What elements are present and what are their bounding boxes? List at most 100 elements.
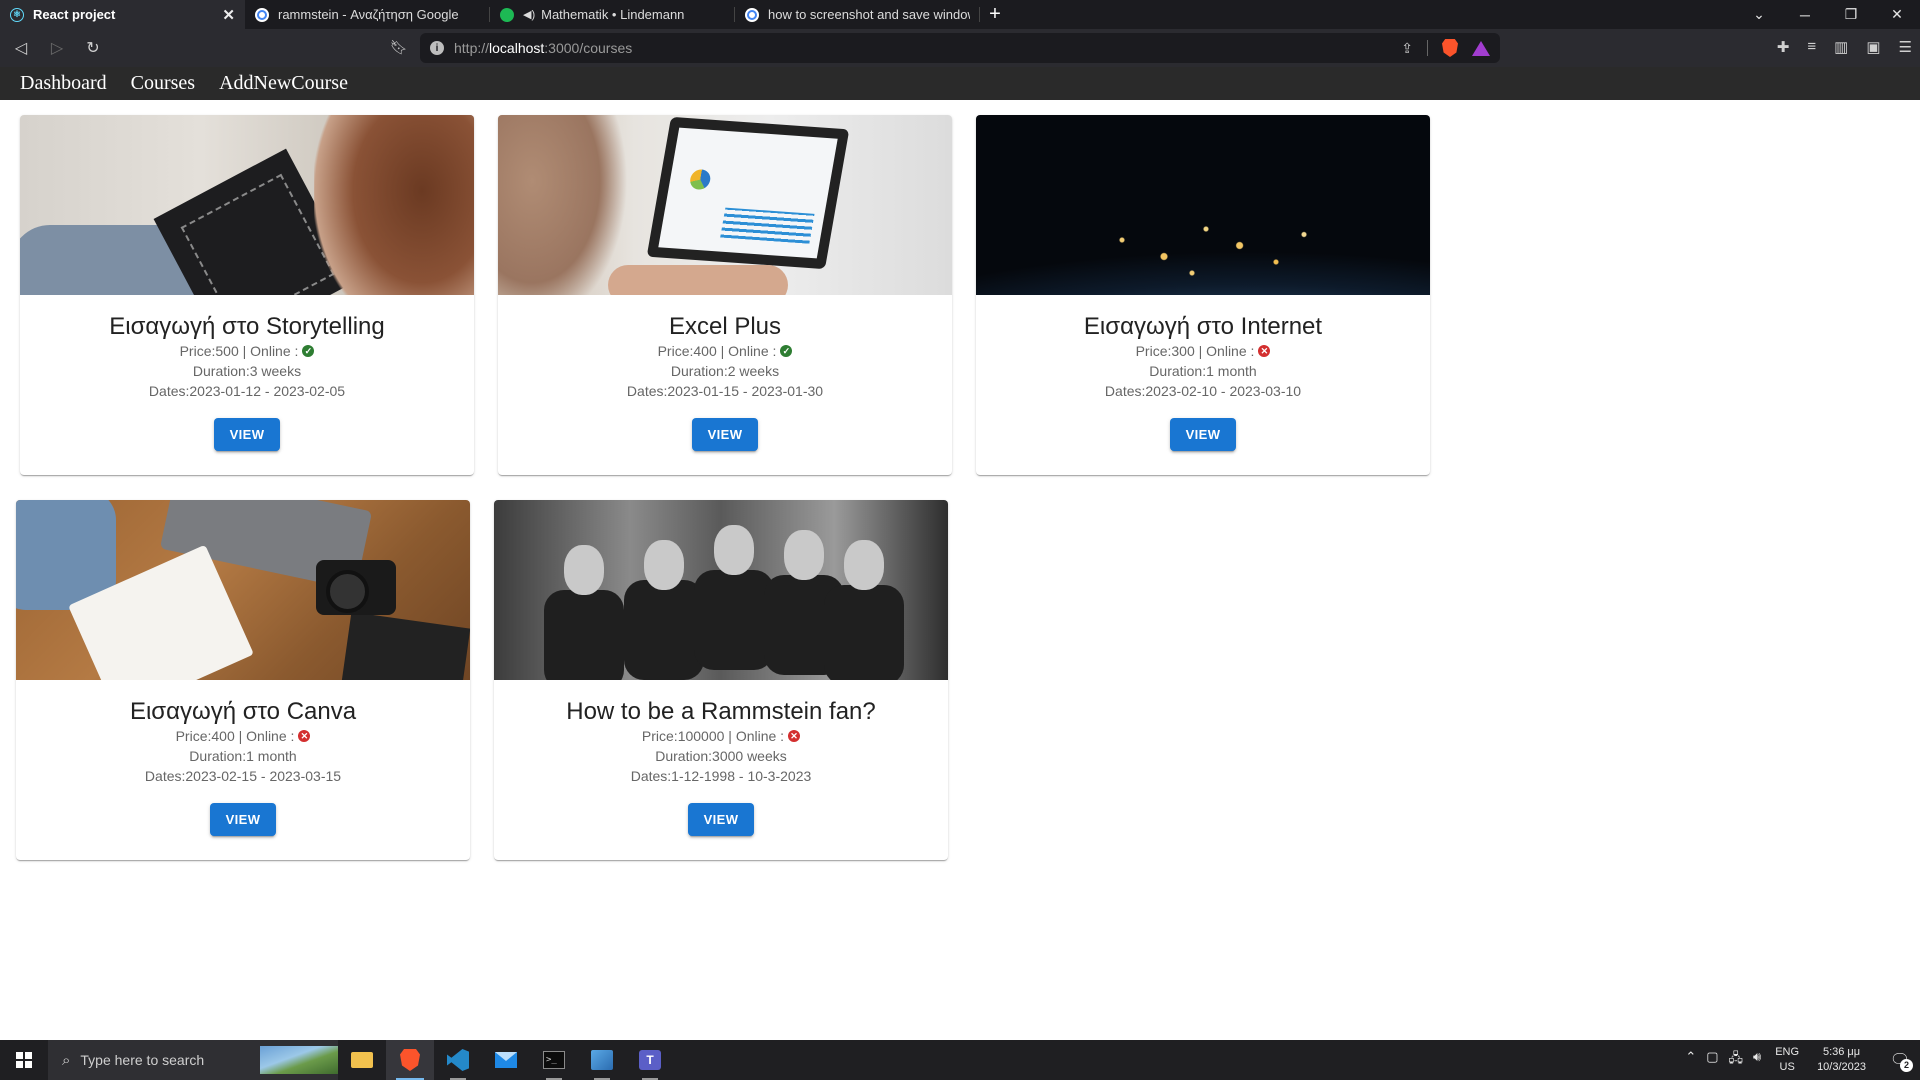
notification-count: 2 xyxy=(1900,1059,1913,1072)
site-info-icon[interactable]: i xyxy=(430,41,444,55)
check-circle-icon: ✓ xyxy=(780,345,793,357)
url-text[interactable]: http://localhost:3000/courses xyxy=(454,40,632,56)
course-title: Excel Plus xyxy=(668,313,782,340)
tab-spotify[interactable]: ◀) Mathematik • Lindemann xyxy=(490,0,735,29)
course-card: Excel Plus Price:400 | Online : ✓ Duratio… xyxy=(498,115,952,475)
address-bar[interactable]: i http://localhost:3000/courses ⇪ xyxy=(420,33,1500,63)
extensions-icon[interactable]: ✚ xyxy=(1777,38,1790,56)
language-indicator[interactable]: ENG US xyxy=(1775,1045,1799,1075)
tab-search-icon[interactable]: ⌄ xyxy=(1736,6,1782,23)
network-icon[interactable]: 🖧︎ xyxy=(1729,1049,1744,1071)
forward-icon[interactable]: ▷ xyxy=(42,33,72,63)
cancel-circle-icon: ✕ xyxy=(298,730,311,742)
share-icon[interactable]: ⇪ xyxy=(1401,40,1413,57)
brave-taskbar-button[interactable] xyxy=(386,1040,434,1080)
course-duration: Duration:1 month xyxy=(1149,363,1257,379)
earth-at-night-photo xyxy=(976,115,1430,295)
terminal-taskbar-button[interactable]: >_ xyxy=(530,1040,578,1080)
course-duration: Duration:3000 weeks xyxy=(655,748,787,764)
tab-title: how to screenshot and save windows xyxy=(768,7,970,22)
brave-icon xyxy=(400,1049,420,1071)
bookmark-icon[interactable]: 🔖︎ xyxy=(390,39,408,56)
view-button[interactable]: VIEW xyxy=(1169,418,1237,451)
google-icon xyxy=(255,7,269,22)
tab-title: Mathematik • Lindemann xyxy=(541,7,685,22)
tab-react-project[interactable]: ⚛ React project ✕ xyxy=(0,0,245,29)
brave-shields-icon[interactable] xyxy=(1442,39,1458,57)
close-icon[interactable]: ✕ xyxy=(222,6,235,24)
tab-title: React project xyxy=(33,7,116,22)
cancel-circle-icon: ✕ xyxy=(788,730,801,742)
course-dates: Dates:1-12-1998 - 10-3-2023 xyxy=(630,768,812,784)
course-card: Εισαγωγή στο Internet Price:300 | Online… xyxy=(976,115,1430,475)
course-price: Price:400 | Online : ✓ xyxy=(498,341,952,361)
tab-google-rammstein[interactable]: rammstein - Αναζήτηση Google xyxy=(245,0,490,29)
course-price: Price:500 | Online : ✓ xyxy=(20,341,474,361)
start-button[interactable] xyxy=(0,1040,48,1080)
course-card: Εισαγωγή στο Storytelling Price:500 | On… xyxy=(20,115,474,475)
vscode-icon xyxy=(447,1049,469,1071)
course-duration: Duration:3 weeks xyxy=(192,363,302,379)
menu-icon[interactable]: ☰ xyxy=(1899,38,1912,56)
browser-tabstrip: ⚛ React project ✕ rammstein - Αναζήτηση … xyxy=(0,0,1920,29)
teams-taskbar-button[interactable]: T xyxy=(626,1040,674,1080)
course-card: Εισαγωγή στο Canva Price:400 | Online : ✕… xyxy=(16,500,470,860)
speaker-icon[interactable]: ◀) xyxy=(523,8,535,21)
back-icon[interactable]: ◁ xyxy=(6,33,36,63)
view-button[interactable]: VIEW xyxy=(209,803,277,836)
playlist-icon[interactable]: ≡ xyxy=(1807,38,1816,56)
new-tab-button[interactable]: + xyxy=(980,0,1010,29)
chevron-up-icon[interactable]: ⌃ xyxy=(1685,1049,1696,1071)
course-duration: Duration:2 weeks xyxy=(670,363,780,379)
course-dates: Dates:2023-02-10 - 2023-03-10 xyxy=(1104,383,1302,399)
device-icon[interactable]: ▢ xyxy=(1706,1049,1718,1071)
desk-sketch-photo xyxy=(16,500,470,680)
view-button[interactable]: VIEW xyxy=(213,418,281,451)
view-button[interactable]: VIEW xyxy=(691,418,759,451)
course-dates: Dates:2023-02-15 - 2023-03-15 xyxy=(144,768,342,784)
close-window-icon[interactable]: ✕ xyxy=(1874,6,1920,23)
course-title: How to be a Rammstein fan? xyxy=(566,698,876,725)
vscode-taskbar-button[interactable] xyxy=(434,1040,482,1080)
tab-title: rammstein - Αναζήτηση Google xyxy=(278,7,459,22)
spotify-icon xyxy=(500,7,514,22)
minimize-icon[interactable]: ─ xyxy=(1782,7,1828,23)
restore-icon[interactable]: ❐ xyxy=(1828,6,1874,23)
google-icon xyxy=(745,7,759,22)
clock[interactable]: 5:36 μμ 10/3/2023 xyxy=(1817,1045,1866,1075)
storytelling-photo xyxy=(20,115,474,295)
course-dates: Dates:2023-01-12 - 2023-02-05 xyxy=(148,383,346,399)
search-icon: ⌕ xyxy=(62,1051,71,1069)
taskbar-search[interactable]: ⌕ Type here to search xyxy=(48,1040,338,1080)
file-explorer-button[interactable] xyxy=(338,1040,386,1080)
brave-rewards-icon[interactable] xyxy=(1472,40,1490,56)
view-button[interactable]: VIEW xyxy=(687,803,755,836)
cancel-circle-icon: ✕ xyxy=(1258,345,1271,357)
react-icon: ⚛ xyxy=(10,7,24,22)
nav-link-add-new-course[interactable]: AddNewCourse xyxy=(219,72,348,95)
notifications-button[interactable]: 🗨︎ 2 xyxy=(1880,1040,1920,1080)
course-price: Price:400 | Online : ✕ xyxy=(16,726,470,746)
photos-icon xyxy=(591,1050,613,1070)
course-price: Price:300 | Online : ✕ xyxy=(976,341,1430,361)
reload-icon[interactable]: ↻ xyxy=(78,33,108,63)
windows-icon xyxy=(16,1052,32,1068)
photos-taskbar-button[interactable] xyxy=(578,1040,626,1080)
tab-google-screenshot[interactable]: how to screenshot and save windows xyxy=(735,0,980,29)
sidebar-icon[interactable]: ▥ xyxy=(1834,38,1848,56)
search-highlight-image[interactable] xyxy=(260,1046,338,1074)
wallet-icon[interactable]: ▣ xyxy=(1866,38,1880,56)
mail-taskbar-button[interactable] xyxy=(482,1040,530,1080)
course-card: How to be a Rammstein fan? Price:100000 … xyxy=(494,500,948,860)
nav-link-courses[interactable]: Courses xyxy=(131,72,195,95)
search-placeholder: Type here to search xyxy=(80,1052,205,1068)
windows-taskbar: ⌕ Type here to search >_ T ⌃ ▢ 🖧︎ 🔊︎ ENG… xyxy=(0,1040,1920,1080)
browser-toolbar: ◁ ▷ ↻ 🔖︎ i http://localhost:3000/courses… xyxy=(0,29,1920,67)
laptop-analytics-photo xyxy=(498,115,952,295)
course-duration: Duration:1 month xyxy=(189,748,297,764)
terminal-icon: >_ xyxy=(543,1051,565,1069)
teams-icon: T xyxy=(639,1050,661,1070)
course-dates: Dates:2023-01-15 - 2023-01-30 xyxy=(626,383,824,399)
volume-icon[interactable]: 🔊︎ xyxy=(1753,1049,1761,1071)
nav-link-dashboard[interactable]: Dashboard xyxy=(20,72,107,95)
